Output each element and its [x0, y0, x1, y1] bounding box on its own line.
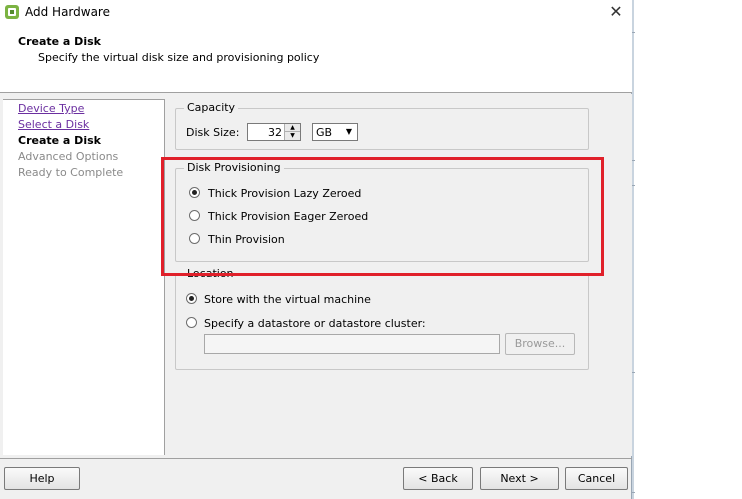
stepper-down-icon[interactable]: ▼ [285, 132, 300, 140]
datastore-field[interactable] [204, 334, 500, 354]
radio-specify-datastore[interactable] [186, 317, 197, 328]
edge-tick [632, 492, 635, 493]
background-window-edge [632, 0, 742, 499]
nav-step-device-type[interactable]: Device Type [18, 102, 84, 115]
edge-tick [632, 372, 635, 373]
disk-size-label: Disk Size: [186, 126, 240, 139]
edge-tick [632, 185, 635, 186]
wizard-steps-nav: Device Type Select a Disk Create a Disk … [3, 99, 165, 455]
capacity-legend: Capacity [184, 101, 239, 114]
location-group: Location Store with the virtual machine … [175, 267, 589, 370]
browse-button[interactable]: Browse... [505, 333, 575, 355]
stepper-buttons: ▲ ▼ [284, 124, 300, 140]
label-specify-datastore[interactable]: Specify a datastore or datastore cluster… [204, 317, 426, 330]
annotation-highlight-box [161, 157, 604, 276]
capacity-group: Capacity Disk Size: 32 ▲ ▼ GB ▼ [175, 101, 589, 150]
disk-size-unit-value: GB [316, 126, 333, 139]
nav-step-select-a-disk[interactable]: Select a Disk [18, 118, 89, 131]
edge-tick [632, 160, 635, 161]
help-button[interactable]: Help [4, 467, 80, 490]
edge-tick [632, 32, 635, 33]
nav-step-create-a-disk: Create a Disk [18, 134, 101, 147]
vsphere-app-icon [5, 5, 19, 19]
window-edge [632, 0, 634, 499]
nav-step-advanced-options: Advanced Options [18, 150, 119, 163]
footer-divider [0, 458, 632, 459]
cancel-button[interactable]: Cancel [565, 467, 628, 490]
radio-store-with-vm[interactable] [186, 293, 197, 304]
label-store-with-vm[interactable]: Store with the virtual machine [204, 293, 371, 306]
nav-step-ready-to-complete: Ready to Complete [18, 166, 124, 179]
stepper-up-icon[interactable]: ▲ [285, 124, 300, 132]
back-button[interactable]: < Back [403, 467, 473, 490]
close-icon[interactable]: ✕ [605, 2, 627, 22]
page-title: Create a Disk [18, 35, 101, 48]
wizard-header: Create a Disk Specify the virtual disk s… [0, 25, 632, 93]
next-button[interactable]: Next > [480, 467, 559, 490]
title-bar: Add Hardware ✕ [0, 0, 632, 25]
disk-size-stepper[interactable]: 32 ▲ ▼ [247, 123, 301, 141]
chevron-down-icon[interactable]: ▼ [343, 126, 355, 138]
window-title: Add Hardware [25, 5, 110, 19]
disk-size-unit-select[interactable]: GB ▼ [312, 123, 358, 141]
disk-size-value[interactable]: 32 [268, 126, 282, 139]
page-subtitle: Specify the virtual disk size and provis… [38, 51, 320, 64]
